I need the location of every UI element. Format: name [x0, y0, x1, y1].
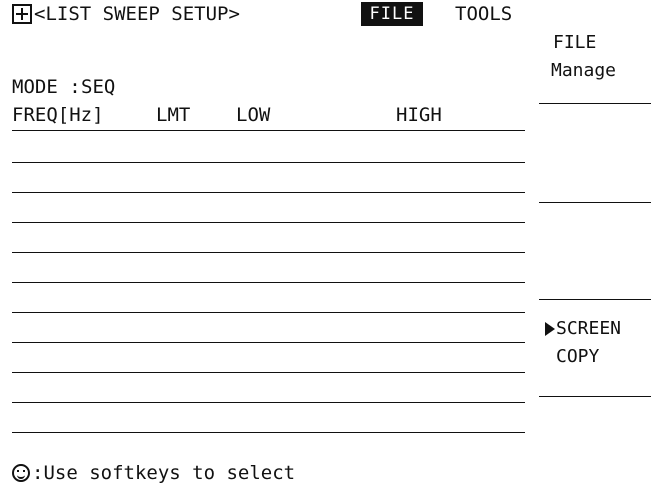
page-title: <LIST SWEEP SETUP> — [34, 3, 240, 25]
table-row[interactable] — [12, 432, 525, 433]
col-low: LOW — [236, 104, 271, 126]
table-row[interactable] — [12, 372, 525, 373]
tab-file[interactable]: FILE — [361, 2, 423, 26]
table-row[interactable] — [12, 162, 525, 163]
softkey-1-line2[interactable]: Manage — [551, 58, 616, 84]
softkey-divider — [539, 202, 651, 203]
tab-tools[interactable]: TOOLS — [455, 3, 512, 25]
col-lmt: LMT — [156, 104, 191, 126]
softkey-divider — [539, 103, 651, 104]
mode-value[interactable]: SEQ — [81, 76, 115, 98]
softkey-4-line1[interactable]: SCREEN — [556, 316, 621, 342]
status-message: :Use softkeys to select — [32, 462, 296, 484]
mode-label: MODE : — [12, 76, 81, 98]
softkey-pointer-icon — [545, 322, 555, 336]
menu-cross-icon[interactable] — [12, 4, 32, 24]
table-header-divider — [12, 130, 525, 131]
table-row[interactable] — [12, 312, 525, 313]
table-row[interactable] — [12, 342, 525, 343]
instrument-screen: <LIST SWEEP SETUP> FILE TOOLS MODE : SEQ… — [0, 0, 651, 488]
softkey-divider — [539, 299, 651, 300]
smiley-icon — [12, 464, 30, 482]
table-row[interactable] — [12, 192, 525, 193]
col-freq: FREQ[Hz] — [12, 104, 104, 126]
table-row[interactable] — [12, 252, 525, 253]
table-row[interactable] — [12, 282, 525, 283]
softkey-divider — [539, 396, 651, 397]
table-row[interactable] — [12, 402, 525, 403]
softkey-1-line1[interactable]: FILE — [553, 30, 596, 56]
col-high: HIGH — [396, 104, 442, 126]
table-row[interactable] — [12, 222, 525, 223]
softkey-4-line2[interactable]: COPY — [556, 344, 599, 370]
